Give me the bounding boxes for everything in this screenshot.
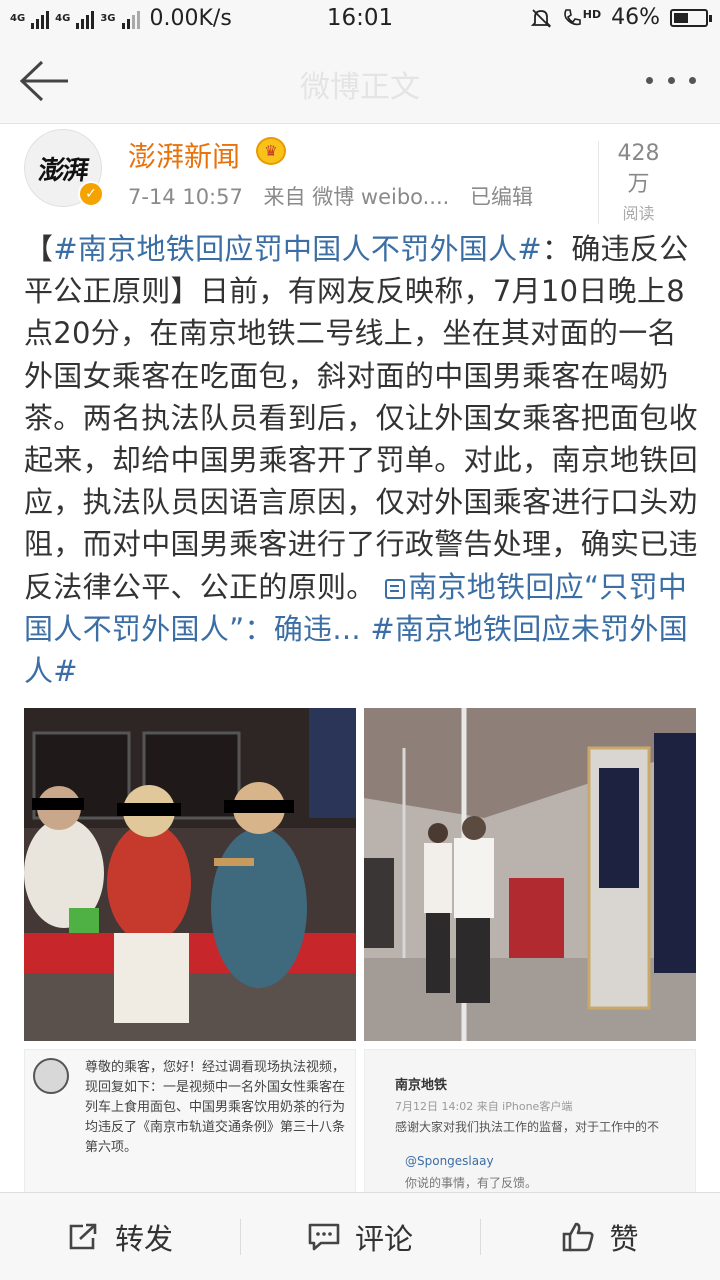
dot-icon xyxy=(667,76,675,84)
post-image-weibo-screenshot[interactable]: 南京地铁 7月12日 14:02 来自 iPhone客户端 感谢大家对我们执法工… xyxy=(364,1049,696,1194)
post-body-text: 日前，有网友反映称，7月10日晚上8点20分，在南京地铁二号线上，坐在其对面的一… xyxy=(24,274,698,604)
mute-bell-icon xyxy=(530,8,551,28)
battery-percent: 46% xyxy=(611,5,660,30)
hashtag-link-main[interactable]: #南京地铁回应罚中国人不罚外国人# xyxy=(53,232,542,266)
avatar-logo: 澎湃 xyxy=(36,155,89,186)
edited-label[interactable]: 已编辑 xyxy=(470,185,533,209)
screenshot-author: 南京地铁 xyxy=(395,1078,448,1093)
more-options-button[interactable] xyxy=(646,72,696,88)
screenshot-user: @Spongeslaay xyxy=(405,1154,494,1168)
post-time: 7-14 10:57 xyxy=(128,185,243,209)
thumbs-up-icon xyxy=(563,1222,595,1251)
comment-button[interactable]: 评论 xyxy=(240,1193,480,1280)
action-bar: 转发 评论 赞 xyxy=(0,1192,720,1280)
verified-badge-icon: ✓ xyxy=(78,181,104,207)
read-count-number: 428万 xyxy=(617,141,660,197)
page-title: 微博正文 xyxy=(300,70,420,105)
like-button[interactable]: 赞 xyxy=(480,1193,720,1280)
battery-fill xyxy=(674,12,688,23)
read-count-label: 阅读 xyxy=(622,204,655,223)
post-image-passengers[interactable] xyxy=(24,708,356,1041)
robot-avatar-icon xyxy=(33,1058,69,1094)
repost-icon xyxy=(69,1223,97,1249)
author-name[interactable]: 澎湃新闻 xyxy=(128,135,240,175)
dot-icon xyxy=(646,76,653,84)
bracket-open: 【 xyxy=(24,232,54,266)
repost-button[interactable]: 转发 xyxy=(0,1193,240,1280)
status-right: HD 46% xyxy=(530,5,712,30)
battery-icon xyxy=(670,8,712,27)
passengers-photo xyxy=(24,708,356,1041)
screenshot-meta: 7月12日 14:02 来自 iPhone客户端 xyxy=(395,1100,573,1113)
hd-call-icon: HD xyxy=(562,8,601,28)
post-header: 澎湃 ✓ 澎湃新闻 ♛ 7-14 10:57 来自 微博 weibo.... 已… xyxy=(0,125,720,224)
post-meta: 7-14 10:57 来自 微博 weibo.... 已编辑 xyxy=(128,181,547,211)
hd-label: HD xyxy=(582,7,602,21)
post-text: 【#南京地铁回应罚中国人不罚外国人#：确违反公平公正原则】日前，有网友反映称，7… xyxy=(24,228,704,692)
nav-bar: 微博正文 xyxy=(0,38,720,124)
screenshot-text: 感谢大家对我们执法工作的监督，对于工作中的不 xyxy=(395,1120,660,1134)
post-image-notice-screenshot[interactable]: 尊敬的乘客，您好！经过调看现场执法视频，现回复如下：一是视频中一名外国女性乘客在… xyxy=(24,1049,356,1194)
like-label: 赞 xyxy=(609,1221,639,1256)
post-source: 来自 微博 weibo.... xyxy=(263,185,450,209)
crown-badge-icon[interactable]: ♛ xyxy=(256,137,286,165)
read-count: 428万 阅读 xyxy=(598,141,670,224)
notice-text: 尊敬的乘客，您好！经过调看现场执法视频，现回复如下：一是视频中一名外国女性乘客在… xyxy=(85,1060,346,1155)
screenshot-reply: 你说的事情，有了反馈。 xyxy=(405,1176,538,1190)
repost-label: 转发 xyxy=(114,1221,173,1256)
comment-label: 评论 xyxy=(354,1221,413,1256)
status-bar: 4G 4G 3G 0.00K/s 16:01 HD 46% xyxy=(0,0,720,38)
dot-icon xyxy=(689,76,696,84)
comment-icon xyxy=(308,1223,340,1250)
article-link-icon xyxy=(385,578,406,599)
post-image-train-interior[interactable] xyxy=(364,708,696,1041)
train-interior-photo xyxy=(364,708,696,1041)
